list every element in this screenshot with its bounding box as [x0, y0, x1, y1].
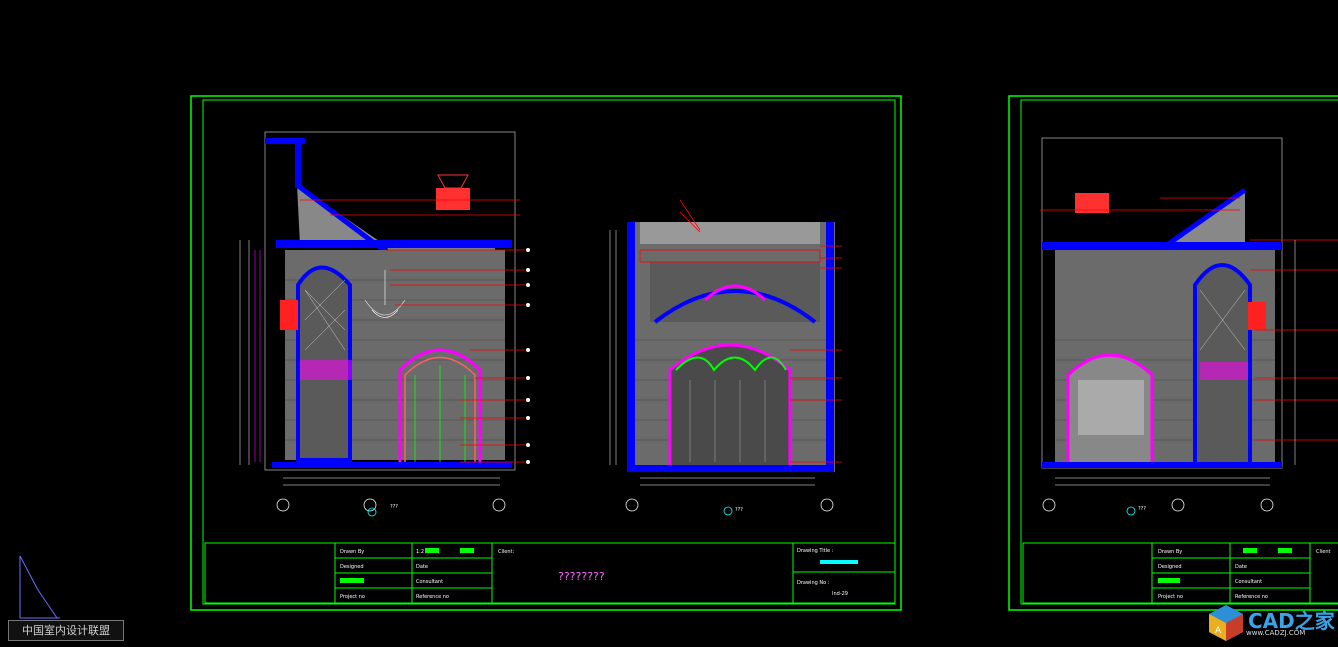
svg-text:A: A: [1215, 626, 1222, 636]
project-name: ????????: [558, 570, 605, 583]
reference-no-label-b: Reference no: [1235, 594, 1268, 600]
view-label-1: ???: [390, 504, 398, 510]
elevation-3: ???: [1040, 137, 1338, 516]
cad-drawing-canvas[interactable]: ??? ??? Drawn By Designed Project no 1:2…: [0, 0, 1338, 647]
view-label-3: ???: [1138, 506, 1146, 512]
reference-no-label: Reference no: [416, 594, 449, 600]
watermark-label: 中国室内设计联盟: [8, 620, 124, 641]
elevation-2: ???: [609, 199, 842, 516]
elevation-1: ???: [239, 131, 530, 517]
designed-label: Designed: [340, 564, 364, 570]
date-label: Date: [416, 564, 428, 570]
sheet-b: ??? Drawn By Designed Project no Date Co…: [1008, 95, 1338, 611]
ucs-icon: [19, 555, 60, 619]
drawn-by-label-b: Drawn By: [1158, 549, 1182, 555]
sheet-a: ??? ??? Drawn By Designed Project no 1:2…: [190, 95, 902, 611]
drawing-title-label: Drawing Title :: [797, 548, 834, 554]
logo-url: www.CADZJ.COM: [1246, 629, 1306, 637]
client-label: Client:: [498, 549, 514, 555]
drawing-no-label: Drawing No :: [797, 580, 830, 586]
view-label-2: ???: [735, 507, 743, 513]
date-label-b: Date: [1235, 564, 1247, 570]
designed-label-b: Designed: [1158, 564, 1182, 570]
scale-label: 1:2: [416, 549, 424, 555]
sheet-code: Ind-29: [832, 591, 848, 597]
project-no-label: Project no: [340, 594, 365, 600]
cube-logo-icon: A: [1209, 605, 1243, 641]
consultant-label: Consultant: [416, 579, 443, 585]
consultant-label-b: Consultant: [1235, 579, 1262, 585]
title-block-a: [204, 542, 896, 604]
client-label-b: Client: [1316, 549, 1331, 555]
project-no-label-b: Project no: [1158, 594, 1183, 600]
drawn-by-label: Drawn By: [340, 549, 364, 555]
cadzj-logo[interactable]: A CAD之家 www.CADZJ.COM: [1206, 603, 1336, 643]
